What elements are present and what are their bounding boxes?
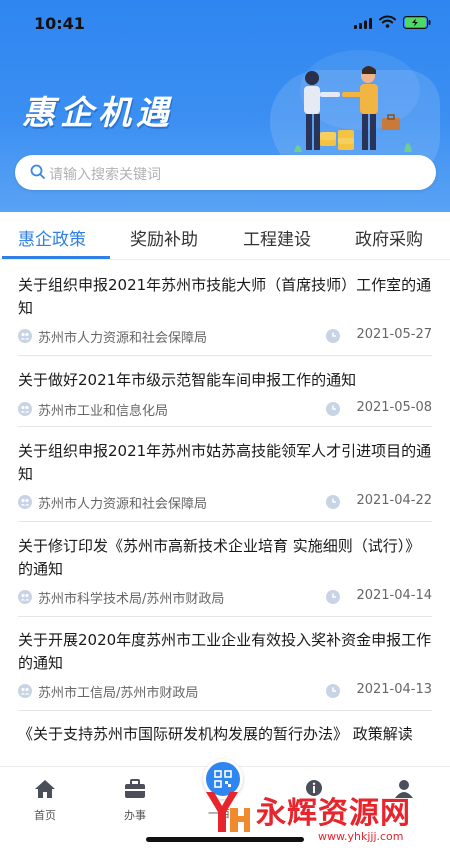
watermark-name: 永辉资源网	[256, 796, 411, 831]
item-meta: 苏州市工信局/苏州市财政局 2021-04-13	[18, 681, 432, 701]
item-organization: 苏州市人力资源和社会保障局	[38, 331, 208, 346]
item-meta: 苏州市科学技术局/苏州市财政局 2021-04-14	[18, 587, 432, 607]
item-organization: 苏州市科学技术局/苏州市财政局	[38, 592, 225, 607]
handshake-illustration	[294, 66, 412, 152]
list-item[interactable]: 关于组织申报2021年苏州市技能大师（首席技师）工作室的通知 苏州市人力资源和社…	[18, 274, 432, 356]
clock-icon	[326, 402, 340, 416]
tab-policy[interactable]: 惠企政策	[18, 225, 86, 250]
item-date: 2021-04-22	[356, 493, 432, 508]
list-item[interactable]: 关于组织申报2021年苏州市姑苏高技能领军人才引进项目的通知 苏州市人力资源和社…	[18, 440, 432, 522]
search-bar[interactable]: 请输入搜索关键词	[15, 155, 436, 190]
clock-icon	[326, 590, 340, 604]
nav-home-label: 首页	[34, 809, 56, 822]
item-title: 关于组织申报2021年苏州市技能大师（首席技师）工作室的通知	[18, 276, 432, 317]
clock-icon	[326, 684, 340, 698]
watermark-url: www.yhkjjj.com	[318, 830, 404, 843]
item-date: 2021-04-13	[356, 682, 432, 697]
wifi-icon	[379, 15, 396, 28]
watermark: 永辉资源网 www.yhkjjj.com	[200, 786, 440, 846]
item-meta: 苏州市工业和信息化局 2021-05-08	[18, 399, 432, 419]
hero-banner: 10:41 惠企机遇 请输入搜索关键词	[0, 0, 450, 212]
item-date: 2021-05-27	[356, 327, 432, 342]
people-icon	[18, 495, 32, 509]
item-organization: 苏州市工信局/苏州市财政局	[38, 686, 199, 701]
list-item[interactable]: 关于修订印发《苏州市高新技术企业培育 实施细则（试行）》的通知 苏州市科学技术局…	[18, 535, 432, 617]
item-title: 关于修订印发《苏州市高新技术企业培育 实施细则（试行）》的通知	[18, 537, 421, 578]
cellular-signal-icon	[354, 18, 372, 29]
home-icon	[35, 780, 55, 798]
item-title: 关于开展2020年度苏州市工业企业有效投入奖补资金申报工作的通知	[18, 631, 432, 672]
item-date: 2021-04-14	[356, 588, 432, 603]
briefcase-icon	[125, 779, 145, 798]
item-organization: 苏州市人力资源和社会保障局	[38, 497, 208, 512]
people-icon	[18, 590, 32, 604]
item-date: 2021-05-08	[356, 400, 432, 415]
people-icon	[18, 684, 32, 698]
clock-icon	[326, 329, 340, 343]
category-tabs: 惠企政策 奖励补助 工程建设 政府采购	[0, 212, 450, 260]
list-item[interactable]: 关于开展2020年度苏州市工业企业有效投入奖补资金申报工作的通知 苏州市工信局/…	[18, 629, 432, 711]
status-bar: 10:41	[0, 0, 450, 44]
item-title: 关于做好2021年市级示范智能车间申报工作的通知	[18, 371, 357, 389]
search-input[interactable]: 请输入搜索关键词	[49, 164, 161, 184]
tab-subsidy[interactable]: 奖励补助	[130, 225, 198, 250]
list-item[interactable]: 关于做好2021年市级示范智能车间申报工作的通知 苏州市工业和信息化局 2021…	[18, 369, 432, 427]
people-icon	[18, 329, 32, 343]
status-time: 10:41	[34, 14, 85, 33]
battery-charging-icon	[403, 16, 431, 29]
item-title: 《关于支持苏州市国际研发机构发展的暂行办法》 政策解读	[18, 725, 413, 743]
watermark-logo-icon	[206, 792, 250, 832]
page-title: 惠企机遇	[22, 93, 174, 132]
tab-procurement[interactable]: 政府采购	[355, 225, 423, 250]
active-tab-indicator	[2, 256, 110, 259]
clock-icon	[326, 495, 340, 509]
item-title: 关于组织申报2021年苏州市姑苏高技能领军人才引进项目的通知	[18, 442, 432, 483]
people-icon	[18, 402, 32, 416]
item-organization: 苏州市工业和信息化局	[38, 404, 169, 419]
nav-services-label: 办事	[124, 809, 146, 822]
tab-construction[interactable]: 工程建设	[243, 225, 311, 250]
item-meta: 苏州市人力资源和社会保障局 2021-04-22	[18, 492, 432, 512]
item-meta: 苏州市人力资源和社会保障局 2021-05-27	[18, 326, 432, 346]
nav-home[interactable]: 首页	[15, 779, 75, 823]
search-icon	[30, 164, 45, 179]
nav-services[interactable]: 办事	[105, 779, 165, 823]
